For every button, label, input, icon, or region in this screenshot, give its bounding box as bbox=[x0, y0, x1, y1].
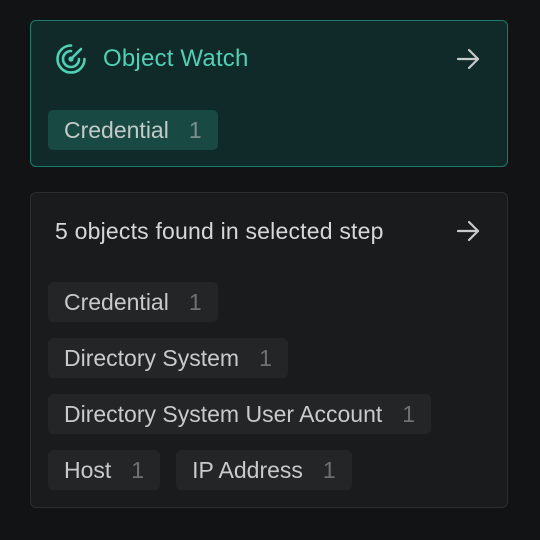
chip-count: 1 bbox=[131, 456, 145, 483]
chip-count: 1 bbox=[259, 344, 272, 371]
chip-label: Directory System User Account bbox=[64, 400, 383, 427]
arrow-right-icon[interactable] bbox=[453, 44, 483, 74]
chip-host[interactable]: Host 1 bbox=[48, 450, 161, 490]
object-watch-header[interactable]: Object Watch bbox=[55, 39, 483, 79]
chip-count: 1 bbox=[402, 400, 416, 427]
found-objects-card[interactable]: 5 objects found in selected step Credent… bbox=[30, 192, 508, 508]
chip-label: Host bbox=[64, 456, 112, 483]
chip-credential[interactable]: Credential 1 bbox=[48, 282, 218, 322]
arrow-right-icon[interactable] bbox=[453, 216, 483, 246]
chip-ip-address[interactable]: IP Address 1 bbox=[176, 450, 352, 490]
found-objects-title: 5 objects found in selected step bbox=[55, 217, 384, 244]
chip-directory-system-user-account[interactable]: Directory System User Account 1 bbox=[48, 394, 432, 434]
chip-count: 1 bbox=[322, 456, 336, 483]
radar-icon bbox=[55, 43, 87, 75]
chip-directory-system[interactable]: Directory System 1 bbox=[48, 338, 288, 378]
chip-credential[interactable]: Credential 1 bbox=[48, 110, 218, 150]
chip-count: 1 bbox=[188, 288, 202, 315]
object-watch-title: Object Watch bbox=[103, 45, 249, 72]
chip-label: Credential bbox=[64, 116, 169, 143]
chip-label: Credential bbox=[64, 288, 169, 315]
chip-count: 1 bbox=[188, 116, 202, 143]
object-watch-card[interactable]: Object Watch Credential 1 bbox=[30, 20, 508, 167]
chip-label: Directory System bbox=[64, 344, 240, 371]
found-objects-header[interactable]: 5 objects found in selected step bbox=[55, 211, 483, 251]
chip-label: IP Address bbox=[192, 456, 303, 483]
